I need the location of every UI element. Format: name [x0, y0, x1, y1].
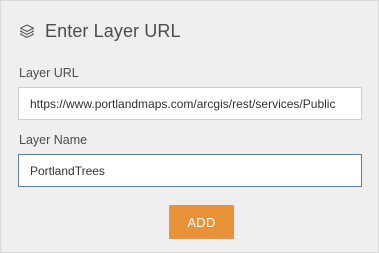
layer-name-label: Layer Name: [19, 133, 88, 147]
layer-url-input[interactable]: [18, 87, 362, 120]
add-button[interactable]: ADD: [169, 205, 234, 239]
layer-name-input[interactable]: [18, 154, 362, 187]
layers-icon: [18, 22, 36, 40]
enter-layer-url-panel: Enter Layer URL Layer URL Layer Name ADD: [0, 0, 379, 253]
layer-url-label: Layer URL: [19, 66, 79, 80]
panel-title: Enter Layer URL: [45, 20, 181, 41]
panel-header: Enter Layer URL: [18, 20, 181, 42]
